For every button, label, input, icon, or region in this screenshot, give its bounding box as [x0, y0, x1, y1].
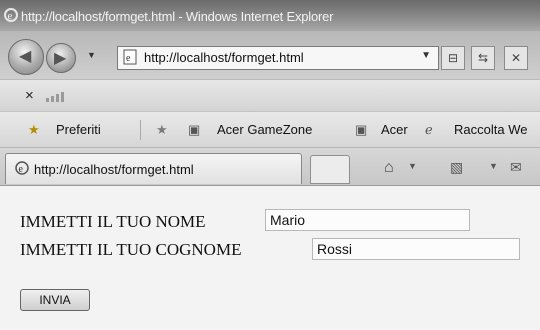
signal-bars-icon	[46, 92, 64, 102]
cognome-label: IMMETTI IL TUO COGNOME	[20, 240, 242, 259]
history-dropdown-icon[interactable]: ▼	[87, 50, 96, 60]
favorite-link-acer[interactable]: Acer	[381, 122, 408, 137]
tab-formget[interactable]: e http://localhost/formget.html	[5, 153, 302, 184]
window-titlebar: e http://localhost/formget.html - Window…	[0, 0, 540, 31]
ie-page-icon: e	[15, 161, 29, 175]
svg-text:e: e	[19, 164, 24, 175]
command-bar: ×	[0, 79, 540, 111]
favorite-link-acer-gamezone[interactable]: Acer GameZone	[217, 122, 312, 137]
feeds-dropdown-icon[interactable]: ▼	[489, 161, 505, 177]
tab-label: http://localhost/formget.html	[34, 162, 194, 177]
cognome-input[interactable]	[312, 238, 520, 260]
web-slice-icon: ▣	[355, 122, 368, 137]
navigation-bar: ◀ ▶ ▼ e http://localhost/formget.html ▼ …	[0, 31, 540, 79]
back-arrow-icon: ◀	[19, 48, 32, 65]
ie-logo-icon: e	[4, 8, 18, 22]
submit-button[interactable]: INVIA	[20, 289, 90, 311]
page-content: IMMETTI IL TUO NOME IMMETTI IL TUO COGNO…	[0, 185, 540, 330]
favorites-button[interactable]: Preferiti	[56, 122, 101, 137]
mail-icon[interactable]: ✉	[510, 159, 526, 175]
forward-arrow-icon: ▶	[54, 50, 67, 67]
favorite-link-raccolta[interactable]: Raccolta We	[454, 122, 527, 137]
refresh-icon: ⇆	[477, 51, 489, 65]
forward-button[interactable]: ▶	[46, 43, 76, 73]
refresh-button[interactable]: ⇆	[471, 46, 495, 70]
nome-input[interactable]	[265, 209, 470, 231]
stop-button[interactable]: ✕	[504, 46, 528, 70]
address-bar[interactable]: e http://localhost/formget.html ▼	[117, 46, 439, 70]
page-icon: e	[123, 49, 137, 65]
add-favorite-icon[interactable]: ★	[156, 122, 172, 138]
address-dropdown-icon[interactable]: ▼	[421, 50, 431, 61]
svg-text:e: e	[126, 53, 131, 64]
nome-label: IMMETTI IL TUO NOME	[20, 212, 206, 231]
favorites-bar: ★ Preferiti ★ ▣ Acer GameZone ▣ Acer ℯ R…	[0, 111, 540, 148]
feeds-icon[interactable]: ▧	[450, 159, 466, 175]
ie-page-icon: ℯ	[425, 122, 433, 137]
favorites-star-icon: ★	[28, 122, 40, 137]
stop-icon: ✕	[510, 51, 522, 65]
compat-view-icon: ⊟	[447, 51, 459, 65]
home-icon[interactable]: ⌂	[384, 159, 400, 176]
new-tab-button[interactable]	[310, 155, 350, 184]
back-button[interactable]: ◀	[8, 39, 44, 75]
window-title: http://localhost/formget.html - Windows …	[21, 9, 334, 24]
compat-view-button[interactable]: ⊟	[441, 46, 465, 70]
home-dropdown-icon[interactable]: ▼	[408, 161, 424, 177]
tab-bar: e http://localhost/formget.html ⌂ ▼ ▧ ▼ …	[0, 147, 540, 186]
address-text[interactable]: http://localhost/formget.html	[144, 50, 304, 65]
separator	[140, 120, 141, 140]
web-slice-icon: ▣	[188, 122, 201, 137]
close-toolbar-icon[interactable]: ×	[25, 87, 34, 104]
svg-text:e: e	[8, 10, 13, 22]
